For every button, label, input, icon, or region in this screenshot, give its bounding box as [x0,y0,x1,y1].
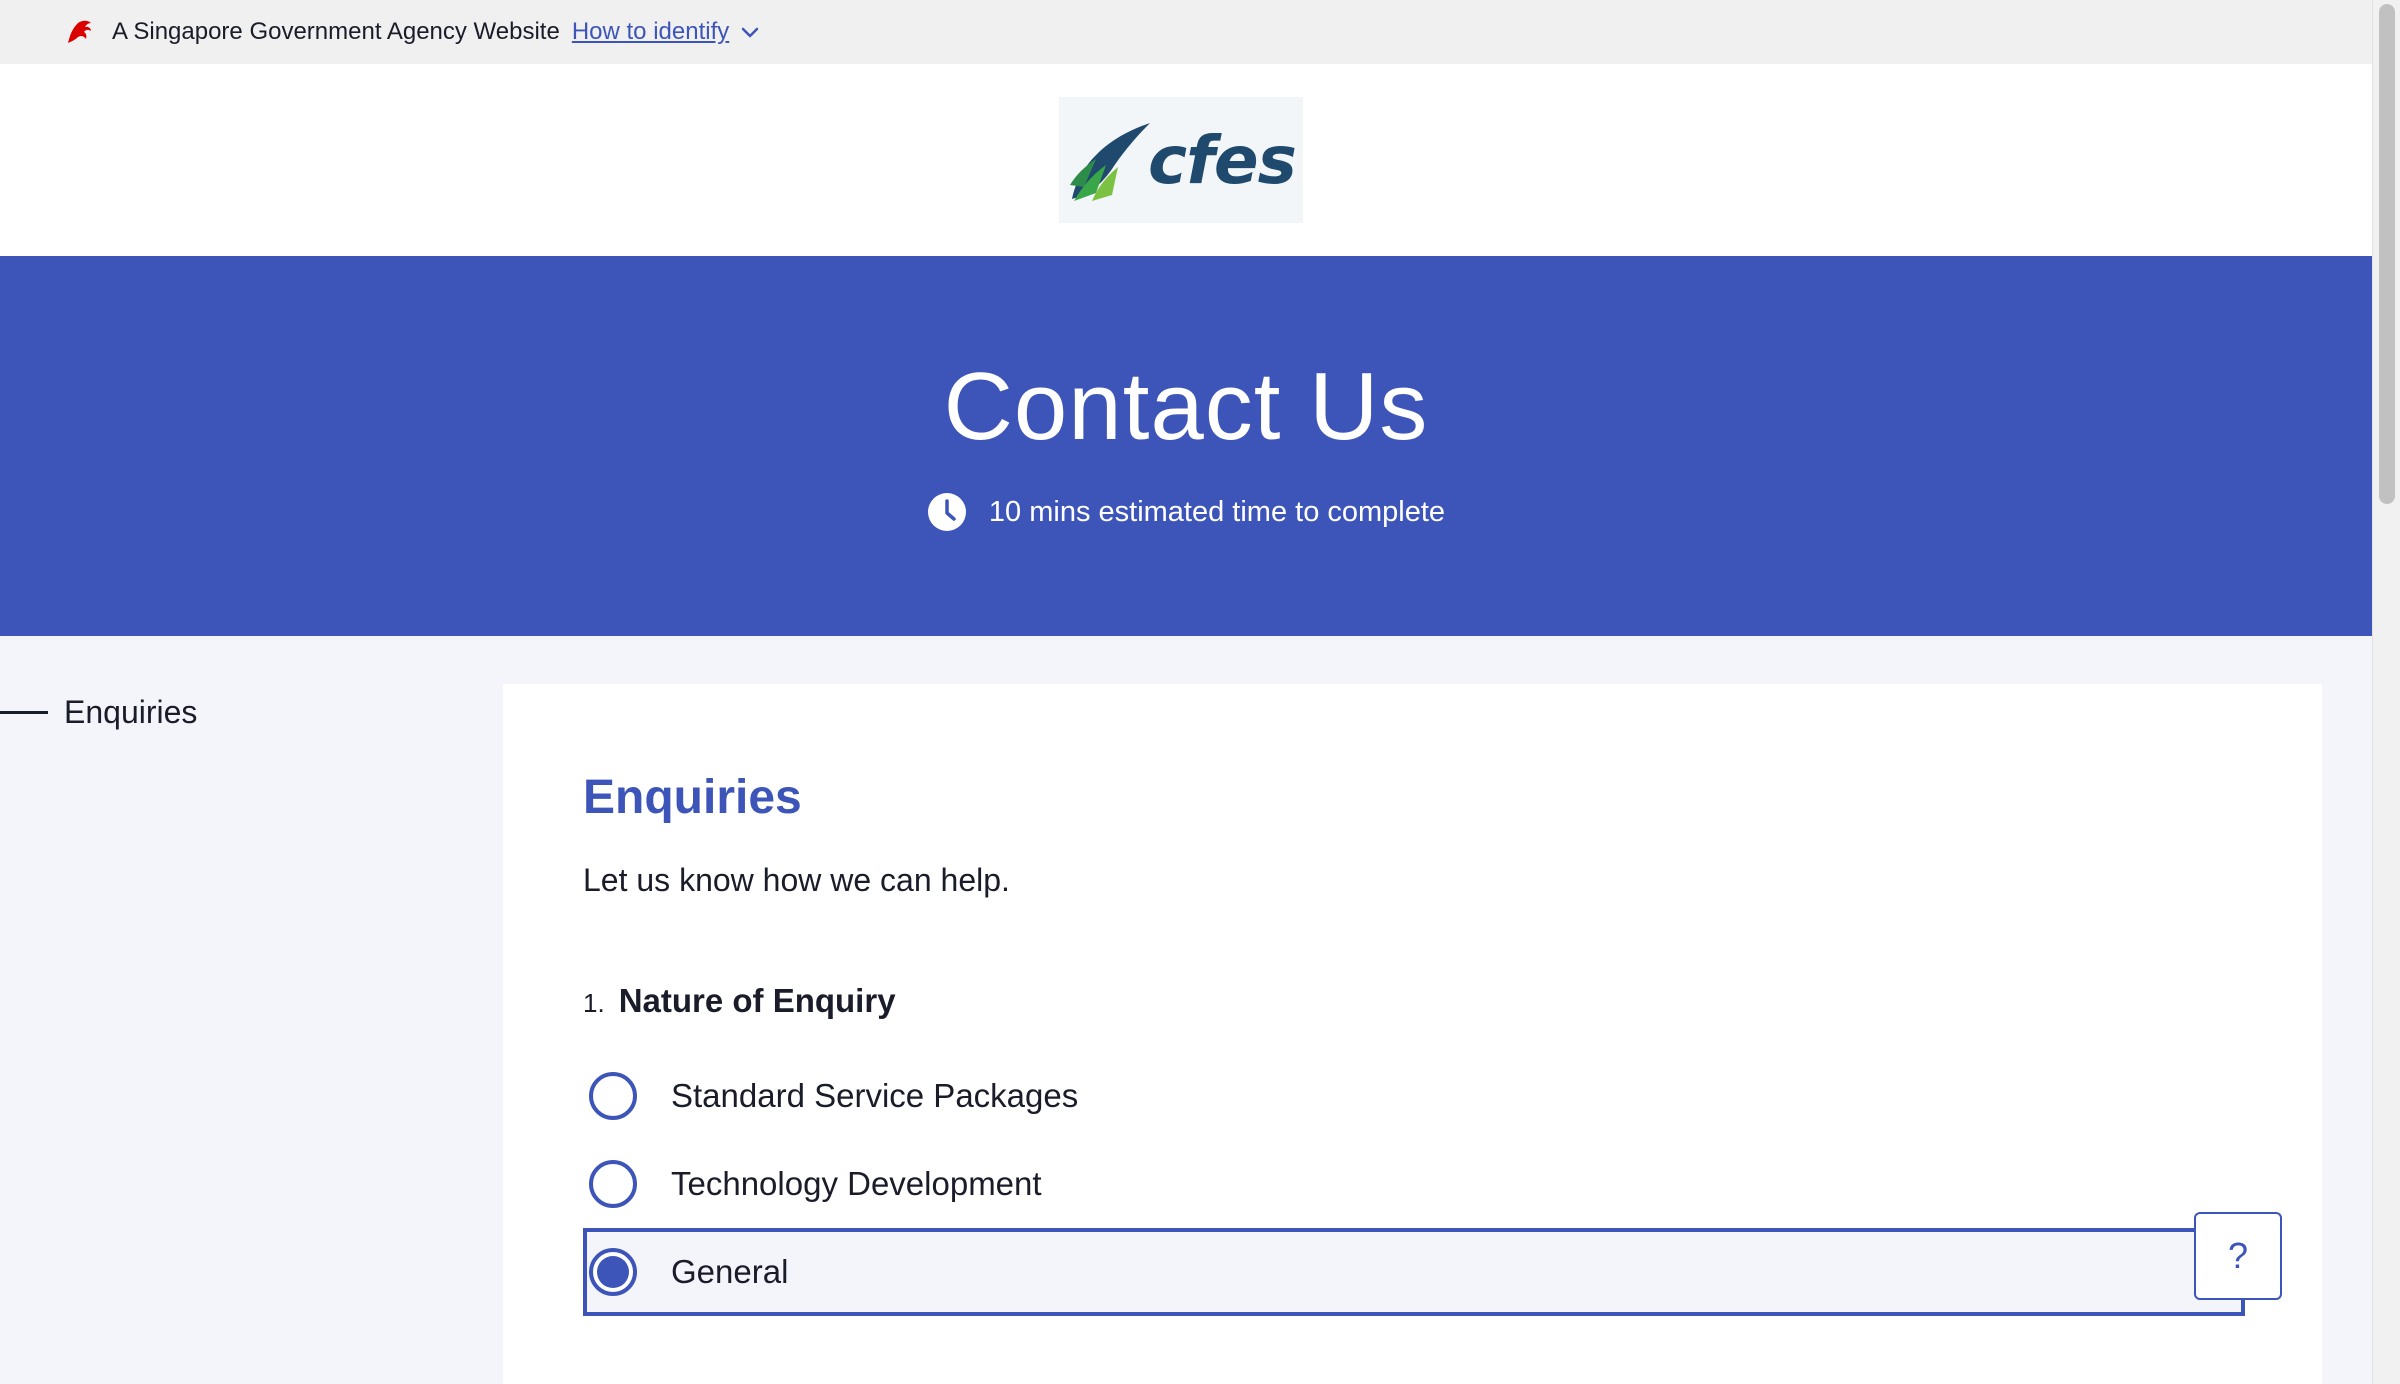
page-title: Contact Us [943,353,1429,460]
active-indicator [0,711,48,714]
how-to-identify-link[interactable]: How to identify [572,18,761,46]
agency-text: A Singapore Government Agency Website [112,18,560,45]
radio-selected-dot [597,1256,629,1288]
radio-option-label[interactable]: Standard Service Packages [671,1077,1078,1115]
radio-button[interactable] [589,1160,637,1208]
radio-button[interactable] [589,1072,637,1120]
estimated-time: 10 mins estimated time to complete [0,492,2372,532]
radio-button-selected[interactable] [589,1248,637,1296]
radio-option-general[interactable]: General [583,1228,2245,1316]
scrollbar-thumb[interactable] [2379,4,2395,504]
gov-masthead: A Singapore Government Agency Website Ho… [0,0,2372,64]
question-title: 1. Nature of Enquiry [583,982,896,1020]
form-card: Enquiries Let us know how we can help. 1… [503,684,2322,1384]
sidebar-item-label[interactable]: Enquiries [64,694,197,731]
sidebar-item-enquiries[interactable]: Enquiries [0,694,197,731]
site-header: cfes [0,64,2372,256]
question-label: Nature of Enquiry [618,982,896,1019]
clock-icon [927,493,966,531]
estimated-time-text: 10 mins estimated time to complete [988,495,1446,528]
leaf-logo-icon [1070,123,1151,201]
section-description: Let us know how we can help. [583,862,1010,898]
page-scrollbar[interactable] [2372,0,2400,1384]
radio-option-standard-service-packages[interactable]: Standard Service Packages [583,1052,2245,1140]
radio-option-label[interactable]: General [671,1253,788,1291]
help-button[interactable]: ? [2194,1212,2282,1300]
logo-wordmark: cfes [1148,121,1297,199]
how-to-identify-label[interactable]: How to identify [572,18,729,46]
radio-option-technology-development[interactable]: Technology Development [583,1140,2245,1228]
hero-banner: Contact Us 10 mins estimated time to com… [0,256,2372,636]
section-title: Enquiries [583,771,802,824]
chevron-down-icon[interactable] [739,21,761,43]
singapore-lion-icon [68,20,91,43]
question-number: 1. [583,988,605,1018]
radio-option-label[interactable]: Technology Development [671,1165,1042,1203]
cfes-logo[interactable]: cfes [1059,97,1303,223]
